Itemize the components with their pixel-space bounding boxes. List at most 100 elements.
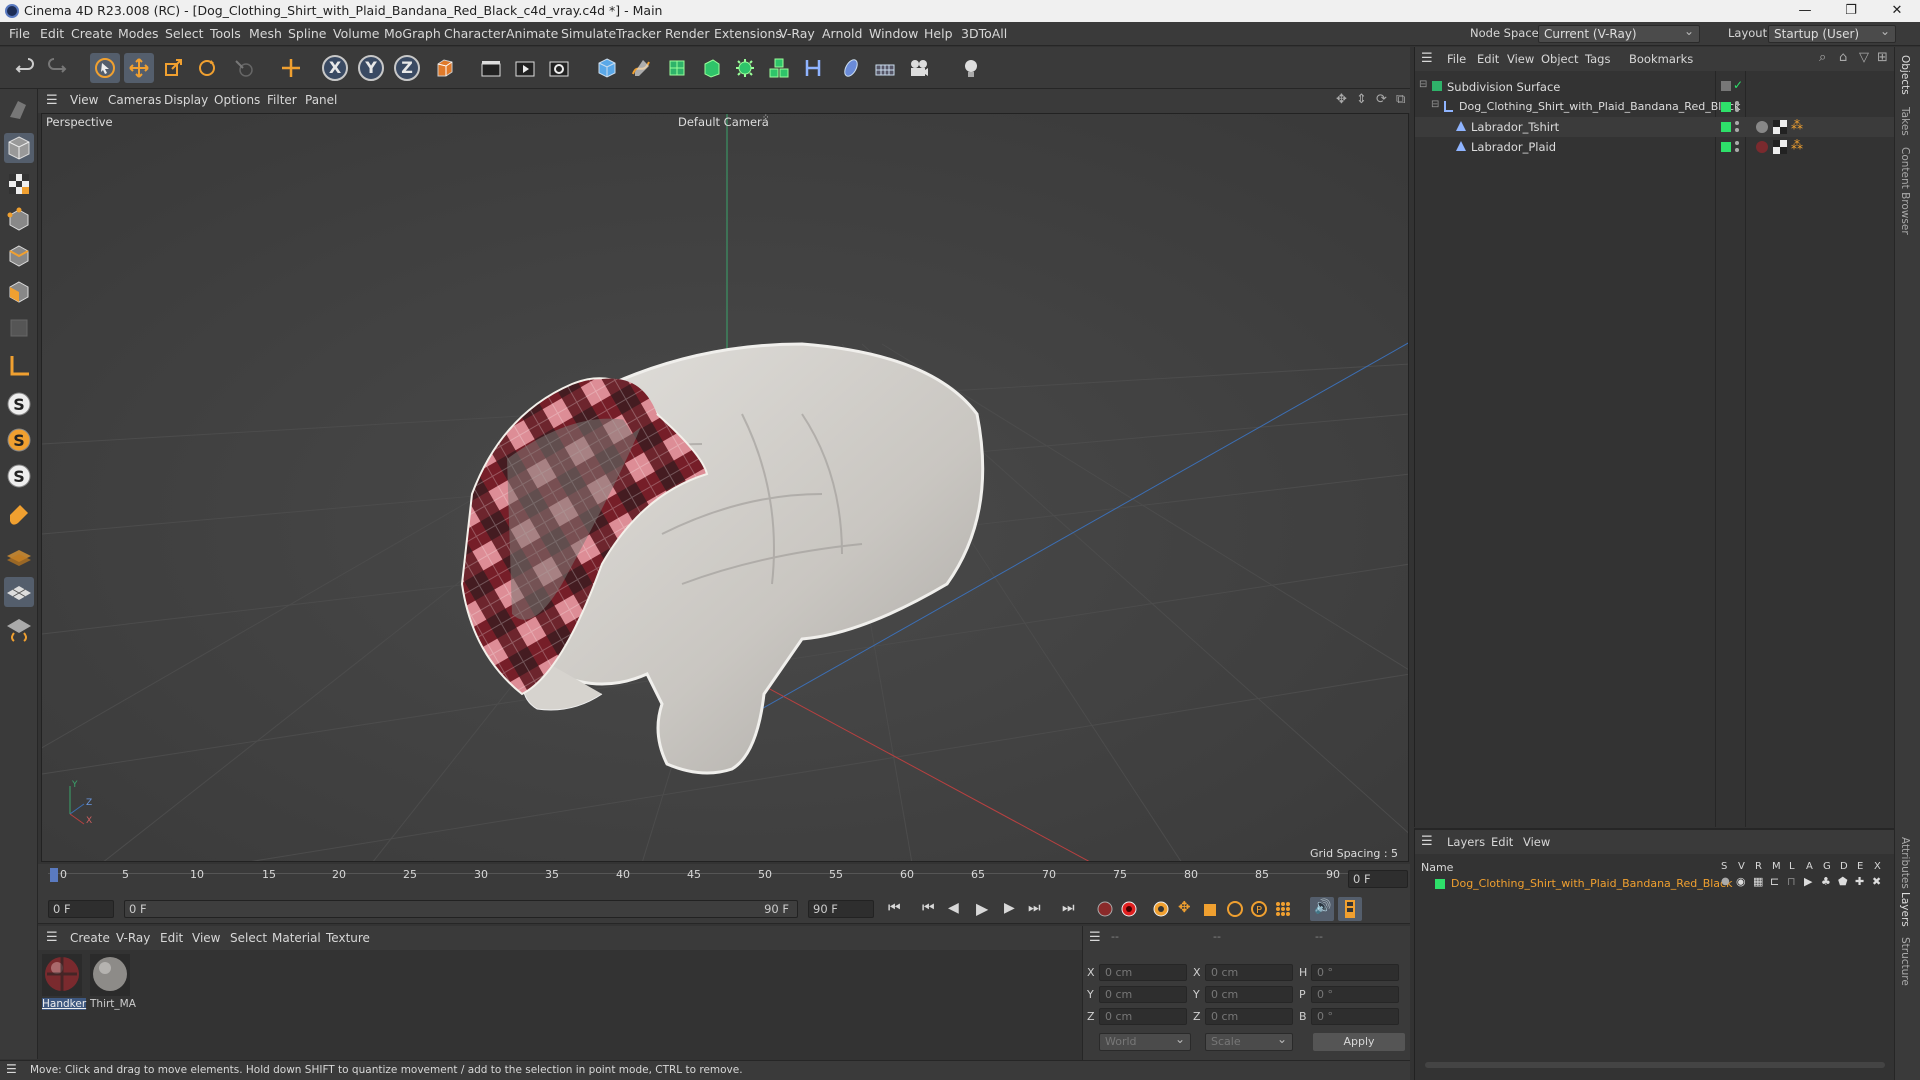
render-settings-button[interactable] [544,53,574,83]
enabled-check-icon[interactable]: ✓ [1733,78,1743,92]
node-space-dropdown[interactable]: Current (V-Ray) [1538,24,1700,43]
menu-edit[interactable]: Edit [40,26,64,41]
live-selection-tool[interactable] [90,53,120,83]
menu-modes[interactable]: Modes [118,26,159,41]
maximize-button[interactable]: ❐ [1828,0,1874,22]
extrude-button[interactable] [696,53,726,83]
size-y-field[interactable]: 0 cm [1205,986,1293,1003]
layer-row[interactable]: Dog_Clothing_Shirt_with_Plaid_Bandana_Re… [1415,874,1895,894]
menu-spline[interactable]: Spline [288,26,326,41]
object-hamburger-icon[interactable]: ☰ [1421,51,1433,66]
rotate-tool[interactable] [192,53,222,83]
layer-manager-icon[interactable]: ⊏ [1770,875,1779,888]
3d-viewport[interactable]: Perspective Default Camera ⁘ Grid Spacin… [41,113,1409,862]
material-swatch-handker[interactable]: Handker [42,954,86,1016]
deformer-button[interactable] [798,53,828,83]
layer-color-swatch[interactable] [1721,122,1731,132]
polygons-mode-button[interactable] [4,277,34,307]
mograph-button[interactable] [764,53,794,83]
layer-color-swatch[interactable] [1721,102,1731,112]
material-hamburger-icon[interactable]: ☰ [46,930,58,945]
layer-horizontal-scrollbar[interactable] [1425,1062,1885,1068]
scale-tool[interactable] [158,53,188,83]
cube-object-button[interactable] [592,53,622,83]
layout-dropdown[interactable]: Startup (User) [1768,24,1896,43]
menu-select[interactable]: Select [165,26,204,41]
rot-b-field[interactable]: 0 ° [1311,1008,1399,1025]
light-button[interactable] [956,53,986,83]
points-mode-button[interactable] [4,205,34,235]
z-axis-lock[interactable]: Z [394,55,420,81]
pos-z-field[interactable]: 0 cm [1099,1008,1187,1025]
viewport-pan-icon[interactable]: ✥ [1336,92,1347,107]
viewport-maximize-icon[interactable]: ⧉ [1396,92,1405,107]
coordinate-space-dropdown[interactable]: World [1099,1032,1191,1051]
object-menu-tags[interactable]: Tags [1585,52,1610,66]
material-menu-vray[interactable]: V-Ray [116,931,150,945]
next-frame-icon[interactable]: ▶ [1004,900,1015,916]
object-home-icon[interactable]: ⌂ [1839,50,1847,65]
menu-arnold[interactable]: Arnold [822,26,862,41]
start-frame-field[interactable]: 0 F [48,900,114,918]
tab-takes[interactable]: Takes [1899,107,1911,136]
object-filter-icon[interactable]: ▽ [1859,50,1869,65]
menu-mesh[interactable]: Mesh [249,26,282,41]
material-menu-view[interactable]: View [192,931,220,945]
subdivision-surface-button[interactable] [662,53,692,83]
collapse-icon[interactable]: ⊟ [1431,99,1439,110]
key-position-icon[interactable]: ✥ [1178,898,1191,916]
material-menu-select[interactable]: Select [230,931,267,945]
texture-mode-button[interactable] [4,169,34,199]
object-new-window-icon[interactable]: ⊞ [1877,50,1888,65]
material-menu-material[interactable]: Material [272,931,321,945]
pos-x-field[interactable]: 0 cm [1099,964,1187,981]
viewport-hamburger-icon[interactable]: ☰ [46,93,58,108]
material-tag-icon[interactable] [1755,120,1769,134]
current-frame-field[interactable]: 0 F [1348,870,1408,888]
menu-tracker[interactable]: Tracker [616,26,661,41]
snap-button[interactable]: S [4,389,34,419]
tab-attributes[interactable]: Attributes [1899,837,1911,889]
render-to-picture-viewer-button[interactable] [510,53,540,83]
redo-button[interactable] [42,53,72,83]
autokey-icon[interactable] [1120,900,1138,918]
key-rotation-icon[interactable] [1226,900,1244,918]
motion-system-button[interactable]: 🔊 [1310,897,1334,921]
keyframe-selection-icon[interactable] [1152,900,1170,918]
camera-link-icon[interactable]: ⁘ [762,114,770,123]
next-key-icon[interactable]: ⏭ [1028,900,1041,916]
viewport-menu-display[interactable]: Display [164,93,208,107]
timeline-ruler[interactable]: 0 5 10 15 20 25 30 35 40 45 50 55 60 65 … [38,864,1410,894]
y-axis-lock[interactable]: Y [358,55,384,81]
edit-toggle-icon[interactable] [1721,81,1731,91]
grid-workplane-button[interactable] [4,577,34,607]
coordinate-mode-dropdown[interactable]: Scale [1205,1032,1293,1051]
size-z-field[interactable]: 0 cm [1205,1008,1293,1025]
layer-xref-icon[interactable]: ✖ [1872,875,1881,888]
layer-menu-edit[interactable]: Edit [1491,835,1513,849]
end-frame-field[interactable]: 90 F [808,900,874,918]
layer-deformer-icon[interactable]: ⬟ [1838,875,1848,888]
menu-help[interactable]: Help [924,26,953,41]
menu-file[interactable]: File [9,26,30,41]
object-row-subdivision[interactable]: ⊟ Subdivision Surface ✓ [1415,77,1895,97]
collapse-icon[interactable]: ⊟ [1419,79,1427,90]
layer-generator-icon[interactable]: ♣ [1821,875,1831,888]
symmetry-button[interactable]: S [4,461,34,491]
tweak-button[interactable] [4,501,34,531]
vray-tag-icon[interactable]: ⁂ [1791,138,1803,152]
pos-y-field[interactable]: 0 cm [1099,986,1187,1003]
layer-lock-icon[interactable]: ⊓ [1787,875,1796,888]
viewport-menu-panel[interactable]: Panel [305,93,337,107]
layer-menu-view[interactable]: View [1523,835,1550,849]
edges-mode-button[interactable] [4,241,34,271]
material-swatch-thirt[interactable]: Thirt_MA [90,954,136,1016]
floor-button[interactable] [870,53,900,83]
key-parameter-icon[interactable]: P [1250,900,1268,918]
menu-3dtoall[interactable]: 3DToAll [961,26,1007,41]
menu-vray[interactable]: V-Ray [779,26,815,41]
uvw-tag-icon[interactable] [1773,140,1787,154]
viewport-dolly-icon[interactable]: ⇕ [1356,92,1367,107]
viewport-orbit-icon[interactable]: ⟳ [1376,92,1387,107]
size-x-field[interactable]: 0 cm [1205,964,1293,981]
